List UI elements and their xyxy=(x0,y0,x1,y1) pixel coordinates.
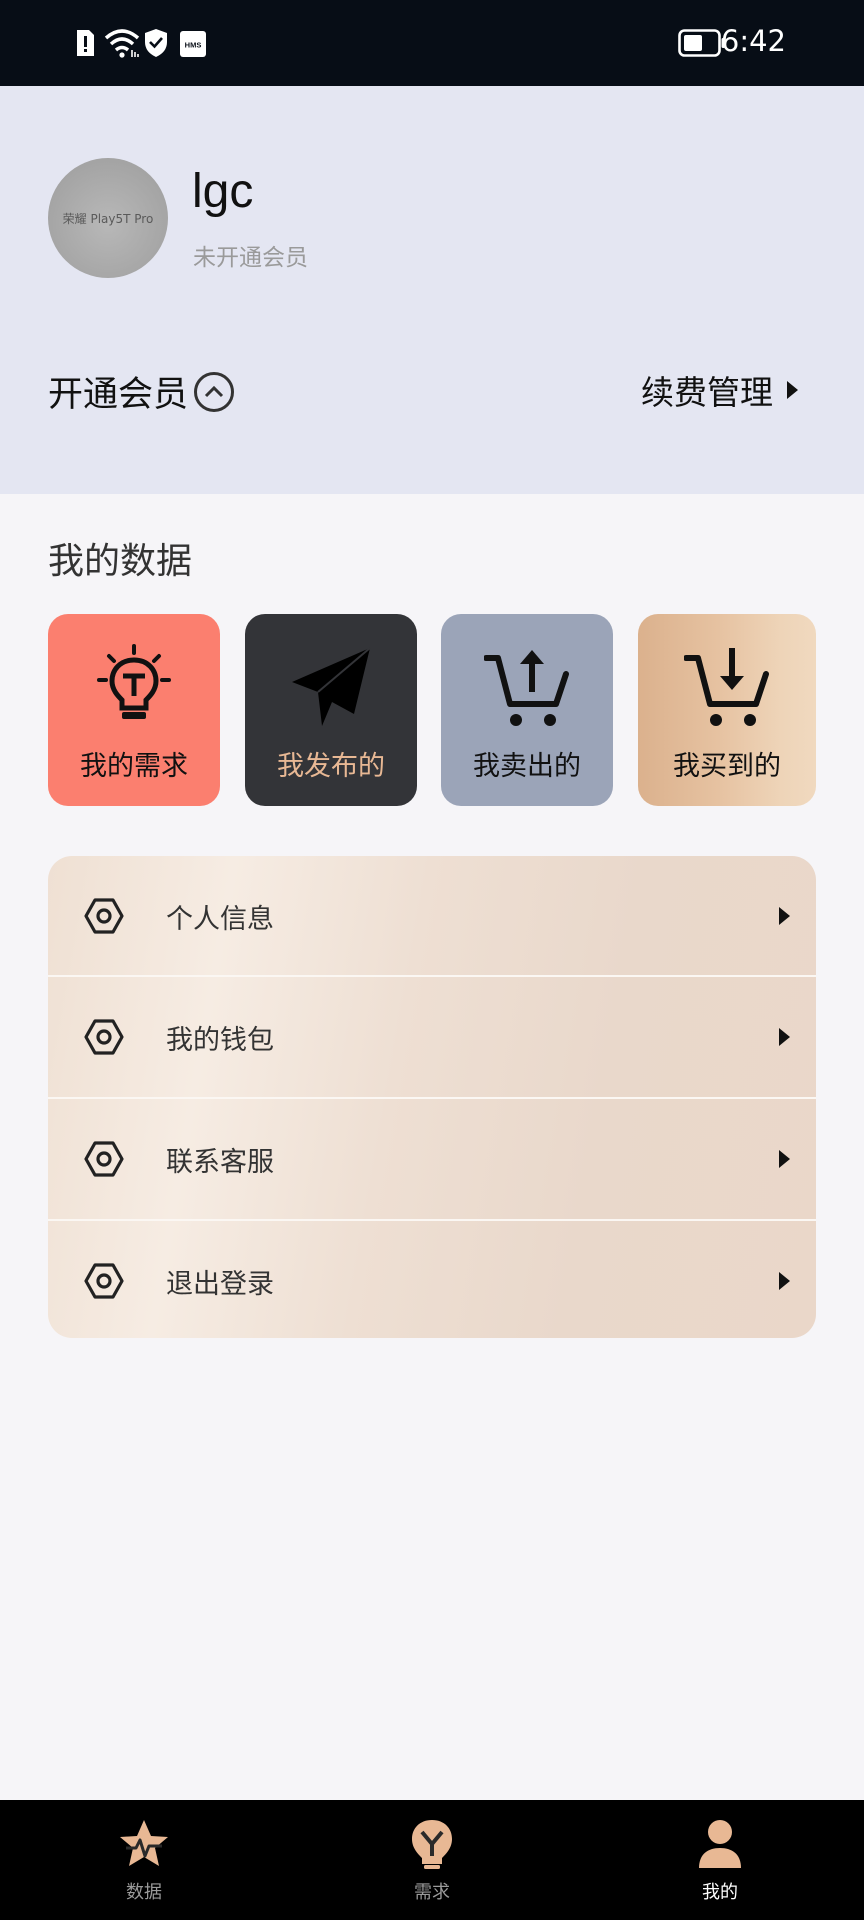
nav-tab-mine[interactable]: 我的 xyxy=(620,1800,820,1920)
menu-item-label: 联系客服 xyxy=(166,1146,274,1178)
shield-icon xyxy=(144,28,168,62)
clock: 6:42 xyxy=(720,24,786,58)
arrow-right-icon xyxy=(787,381,798,399)
username: lgc xyxy=(192,165,254,218)
nav-tab-needs[interactable]: 需求 xyxy=(332,1800,532,1920)
nav-tab-label: 数据 xyxy=(126,1882,162,1903)
battery-icon xyxy=(678,29,726,61)
hms-label: HMS xyxy=(185,41,202,50)
bulb-y-icon xyxy=(408,1816,456,1872)
bottom-nav: 数据 需求 我的 xyxy=(0,1800,864,1920)
nav-tab-label: 需求 xyxy=(414,1882,450,1903)
hex-nut-icon xyxy=(84,1261,124,1305)
menu-item-label: 退出登录 xyxy=(166,1268,274,1300)
alert-icon xyxy=(74,28,96,62)
renew-management-button[interactable]: 续费管理 xyxy=(641,366,798,414)
menu-item-label: 个人信息 xyxy=(166,903,274,935)
menu-item-wallet[interactable]: 我的钱包 xyxy=(48,977,816,1097)
card-my-needs-label: 我的需求 xyxy=(80,751,188,782)
paper-plane-icon xyxy=(288,642,374,732)
open-vip-button[interactable]: 开通会员 xyxy=(48,366,235,417)
my-data-cards: 我的需求 我发布的 我卖出的 我买到的 xyxy=(48,614,816,806)
my-data-title: 我的数据 xyxy=(48,541,193,582)
menu-item-personal-info[interactable]: 个人信息 xyxy=(48,856,816,976)
cart-upload-icon xyxy=(484,642,570,732)
member-status: 未开通会员 xyxy=(193,245,308,271)
menu-item-logout[interactable]: 退出登录 xyxy=(48,1221,816,1338)
card-my-sold[interactable]: 我卖出的 xyxy=(441,614,613,806)
arrow-right-icon xyxy=(779,1150,790,1168)
card-my-published[interactable]: 我发布的 xyxy=(245,614,417,806)
lightbulb-icon xyxy=(91,642,177,732)
chevron-up-icon[interactable] xyxy=(194,371,235,412)
menu-item-customer-service[interactable]: 联系客服 xyxy=(48,1099,816,1219)
hex-nut-icon xyxy=(84,896,124,940)
hex-nut-icon xyxy=(84,1139,124,1183)
hms-icon: HMS xyxy=(180,31,206,61)
card-my-bought-label: 我买到的 xyxy=(673,751,781,782)
avatar[interactable]: 荣耀 Play5T Pro xyxy=(48,158,168,278)
cart-download-icon xyxy=(684,642,770,732)
menu-item-label: 我的钱包 xyxy=(166,1024,274,1056)
wifi-icon xyxy=(104,28,140,62)
hex-nut-icon xyxy=(84,1017,124,1061)
settings-menu: 个人信息 我的钱包 联系客服 退出登录 xyxy=(48,856,816,1338)
star-pulse-icon xyxy=(118,1816,170,1872)
avatar-watermark: 荣耀 Play5T Pro xyxy=(62,211,154,226)
nav-tab-label: 我的 xyxy=(702,1882,738,1903)
renew-management-label: 续费管理 xyxy=(641,373,773,412)
arrow-right-icon xyxy=(779,1272,790,1290)
card-my-needs[interactable]: 我的需求 xyxy=(48,614,220,806)
status-bar: HMS 6:42 xyxy=(0,0,864,86)
card-my-published-label: 我发布的 xyxy=(277,751,385,782)
arrow-right-icon xyxy=(779,907,790,925)
nav-tab-data[interactable]: 数据 xyxy=(44,1800,244,1920)
profile-header: 荣耀 Play5T Pro lgc 未开通会员 开通会员 续费管理 xyxy=(0,86,864,494)
person-icon xyxy=(697,1816,743,1872)
open-vip-label: 开通会员 xyxy=(48,375,189,415)
card-my-bought[interactable]: 我买到的 xyxy=(638,614,816,806)
arrow-right-icon xyxy=(779,1028,790,1046)
card-my-sold-label: 我卖出的 xyxy=(473,751,581,782)
